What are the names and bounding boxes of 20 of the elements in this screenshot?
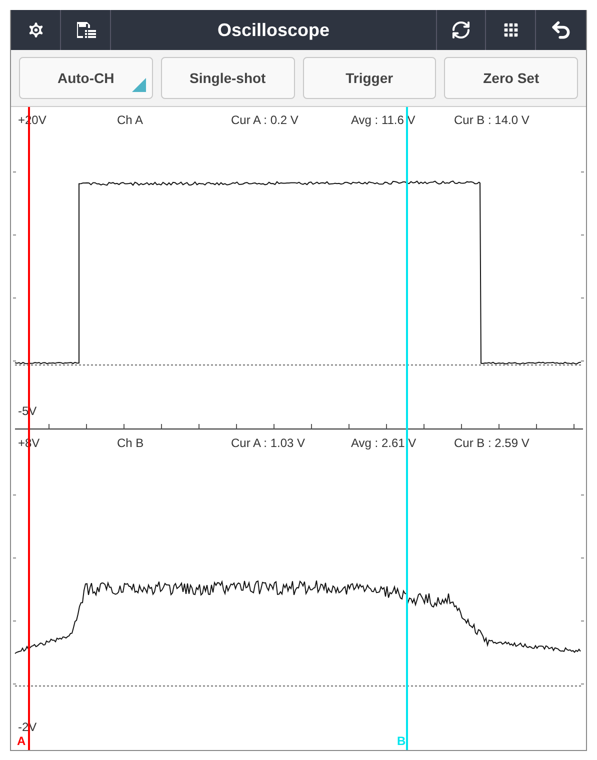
window-title: Oscilloscope xyxy=(216,20,331,40)
return-arrow-icon xyxy=(550,19,572,41)
toolbar-button[interactable]: Zero Set xyxy=(444,57,578,99)
dropdown-button[interactable]: Auto-CH xyxy=(19,57,153,99)
cursor-label: B xyxy=(397,734,406,748)
cursor-a-reading: Cur A : 1.03 V xyxy=(231,436,306,450)
toolbar-button[interactable]: Single-shot xyxy=(160,57,294,99)
channel-name: Ch A xyxy=(117,113,144,127)
cursor-b-reading: Cur B : 14.0 V xyxy=(454,113,530,127)
corner-triangle-icon xyxy=(132,78,146,92)
refresh-button[interactable] xyxy=(436,10,486,50)
cursor-a-reading: Cur A : 0.2 V xyxy=(231,113,300,127)
average-reading: Avg : 2.61 V xyxy=(351,436,418,450)
refresh-icon xyxy=(451,20,471,40)
average-reading: Avg : 11.6 V xyxy=(351,113,416,127)
toolbar-button[interactable]: Trigger xyxy=(302,57,436,99)
floppy-list-icon xyxy=(74,20,96,40)
cursor-label: A xyxy=(17,734,26,748)
channel-name: Ch B xyxy=(117,436,145,450)
cursor-b-reading: Cur B : 2.59 V xyxy=(454,436,530,450)
